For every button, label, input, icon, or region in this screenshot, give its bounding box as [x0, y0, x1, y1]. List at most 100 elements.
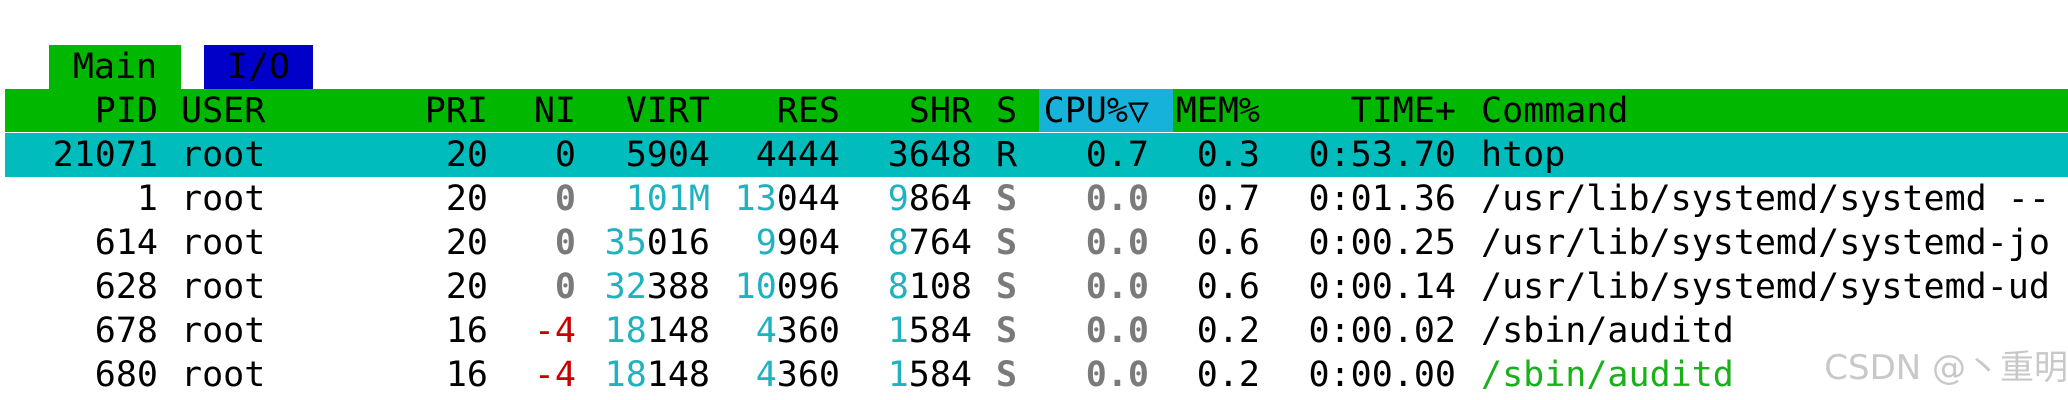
- process-virt-lo: 388: [646, 267, 710, 307]
- process-res: 9904: [756, 221, 840, 265]
- process-res-lo: 044: [776, 179, 840, 219]
- process-user: root: [181, 311, 266, 351]
- process-res: 10096: [735, 265, 840, 309]
- process-virt-hi: 32: [604, 267, 647, 307]
- process-res-hi: 9: [755, 223, 777, 263]
- process-command: /usr/lib/systemd/systemd --: [1481, 179, 2050, 219]
- process-time: 0:53.70: [1308, 135, 1456, 175]
- process-user: root: [181, 355, 266, 395]
- process-mem: 0.6: [1196, 267, 1260, 307]
- process-mem: 0.3: [1196, 135, 1260, 175]
- header-res[interactable]: RES: [777, 89, 840, 133]
- process-cpu: 0.0: [1085, 223, 1149, 263]
- process-res: 4360: [756, 353, 840, 397]
- process-virt: 35016: [605, 221, 710, 265]
- process-pid: 21071: [52, 135, 158, 175]
- process-shr-hi: 8: [887, 223, 909, 263]
- process-row[interactable]: 628 root 20 0 32388 10096 8108 S 0.0 0.6…: [0, 265, 2068, 309]
- process-virt-lo: 5904: [625, 135, 710, 175]
- process-time: 0:00.02: [1308, 311, 1456, 351]
- process-shr-lo: 764: [908, 223, 972, 263]
- process-ni: 0: [554, 179, 576, 219]
- header-pri[interactable]: PRI: [425, 89, 488, 133]
- process-pri: 16: [445, 311, 488, 351]
- process-user: root: [181, 267, 266, 307]
- process-virt: 32388: [605, 265, 710, 309]
- process-shr-lo: 584: [908, 355, 972, 395]
- header-command[interactable]: Command: [1481, 89, 1629, 133]
- process-ni: 0: [554, 135, 576, 175]
- header-cpu[interactable]: CPU%▽: [1044, 89, 1149, 133]
- process-virt-hi: 101M: [625, 179, 710, 219]
- process-row[interactable]: 678 root 16 -4 18148 4360 1584 S 0.0 0.2…: [0, 309, 2068, 353]
- watermark: CSDN @丶重明: [1824, 348, 2068, 388]
- header-virt[interactable]: VIRT: [626, 89, 710, 133]
- header-ni[interactable]: NI: [534, 89, 576, 133]
- process-row[interactable]: 614 root 20 0 35016 9904 8764 S 0.0 0.6 …: [0, 221, 2068, 265]
- tab-io[interactable]: I/O: [204, 45, 313, 89]
- process-command: /usr/lib/systemd/systemd-ud: [1481, 267, 2050, 307]
- process-virt-lo: 148: [646, 355, 710, 395]
- process-command: /sbin/auditd: [1481, 311, 1734, 351]
- process-mem: 0.2: [1196, 355, 1260, 395]
- process-res-lo: 904: [776, 223, 840, 263]
- process-pri: 20: [445, 179, 488, 219]
- process-pid: 628: [94, 267, 158, 307]
- process-res: 4360: [756, 309, 840, 353]
- process-res-hi: 10: [734, 267, 777, 307]
- process-virt-lo: 148: [646, 311, 710, 351]
- process-cpu: 0.0: [1085, 267, 1149, 307]
- process-shr-lo: 3648: [887, 135, 972, 175]
- process-state: S: [996, 311, 1018, 351]
- header-time[interactable]: TIME+: [1351, 89, 1456, 133]
- process-row[interactable]: 680 root 16 -4 18148 4360 1584 S 0.0 0.2…: [0, 353, 2068, 397]
- process-cpu: 0.7: [1085, 135, 1149, 175]
- process-state: R: [996, 135, 1018, 175]
- process-ni: -4: [533, 355, 576, 395]
- process-virt: 18148: [605, 309, 710, 353]
- process-command: /usr/lib/systemd/systemd-jo: [1481, 223, 2050, 263]
- process-cpu: 0.0: [1085, 355, 1149, 395]
- process-time: 0:01.36: [1308, 179, 1456, 219]
- process-res-lo: 4444: [755, 135, 840, 175]
- process-mem: 0.2: [1196, 311, 1260, 351]
- process-row[interactable]: 21071 root 20 0 5904 4444 3648 R 0.7 0.3…: [0, 133, 2068, 177]
- process-state: S: [996, 223, 1018, 263]
- process-res-lo: 096: [776, 267, 840, 307]
- column-header-row: PID USER PRI NI VIRT RES SHR S CPU%▽ MEM…: [0, 89, 2068, 133]
- process-res-lo: 360: [776, 355, 840, 395]
- process-time: 0:00.14: [1308, 267, 1456, 307]
- process-res: 4444: [756, 133, 840, 177]
- process-command: htop: [1481, 135, 1566, 175]
- process-shr-lo: 108: [908, 267, 972, 307]
- process-user: root: [181, 135, 266, 175]
- process-shr-hi: 9: [887, 179, 909, 219]
- process-shr: 9864: [888, 177, 972, 221]
- process-res: 13044: [735, 177, 840, 221]
- process-pri: 20: [445, 135, 488, 175]
- process-shr-hi: 8: [887, 267, 909, 307]
- process-virt-hi: 18: [604, 355, 647, 395]
- process-time: 0:00.00: [1308, 355, 1456, 395]
- process-res-lo: 360: [776, 311, 840, 351]
- header-shr[interactable]: SHR: [909, 89, 972, 133]
- header-state[interactable]: S: [996, 89, 1017, 133]
- process-command: /sbin/auditd: [1481, 355, 1734, 395]
- header-pid[interactable]: PID: [95, 89, 158, 133]
- process-shr: 1584: [888, 353, 972, 397]
- process-ni: 0: [554, 267, 576, 307]
- process-state: S: [996, 355, 1018, 395]
- process-user: root: [181, 179, 266, 219]
- process-pri: 20: [445, 223, 488, 263]
- process-mem: 0.7: [1196, 179, 1260, 219]
- tab-main[interactable]: Main: [49, 45, 181, 89]
- process-shr: 3648: [888, 133, 972, 177]
- header-mem[interactable]: MEM%: [1176, 89, 1260, 133]
- process-cpu: 0.0: [1085, 179, 1149, 219]
- process-ni: 0: [554, 223, 576, 263]
- header-user[interactable]: USER: [181, 89, 265, 133]
- process-time: 0:00.25: [1308, 223, 1456, 263]
- process-pid: 1: [136, 179, 158, 219]
- process-shr-hi: 1: [887, 355, 909, 395]
- process-row[interactable]: 1 root 20 0 101M 13044 9864 S 0.0 0.7 0:…: [0, 177, 2068, 221]
